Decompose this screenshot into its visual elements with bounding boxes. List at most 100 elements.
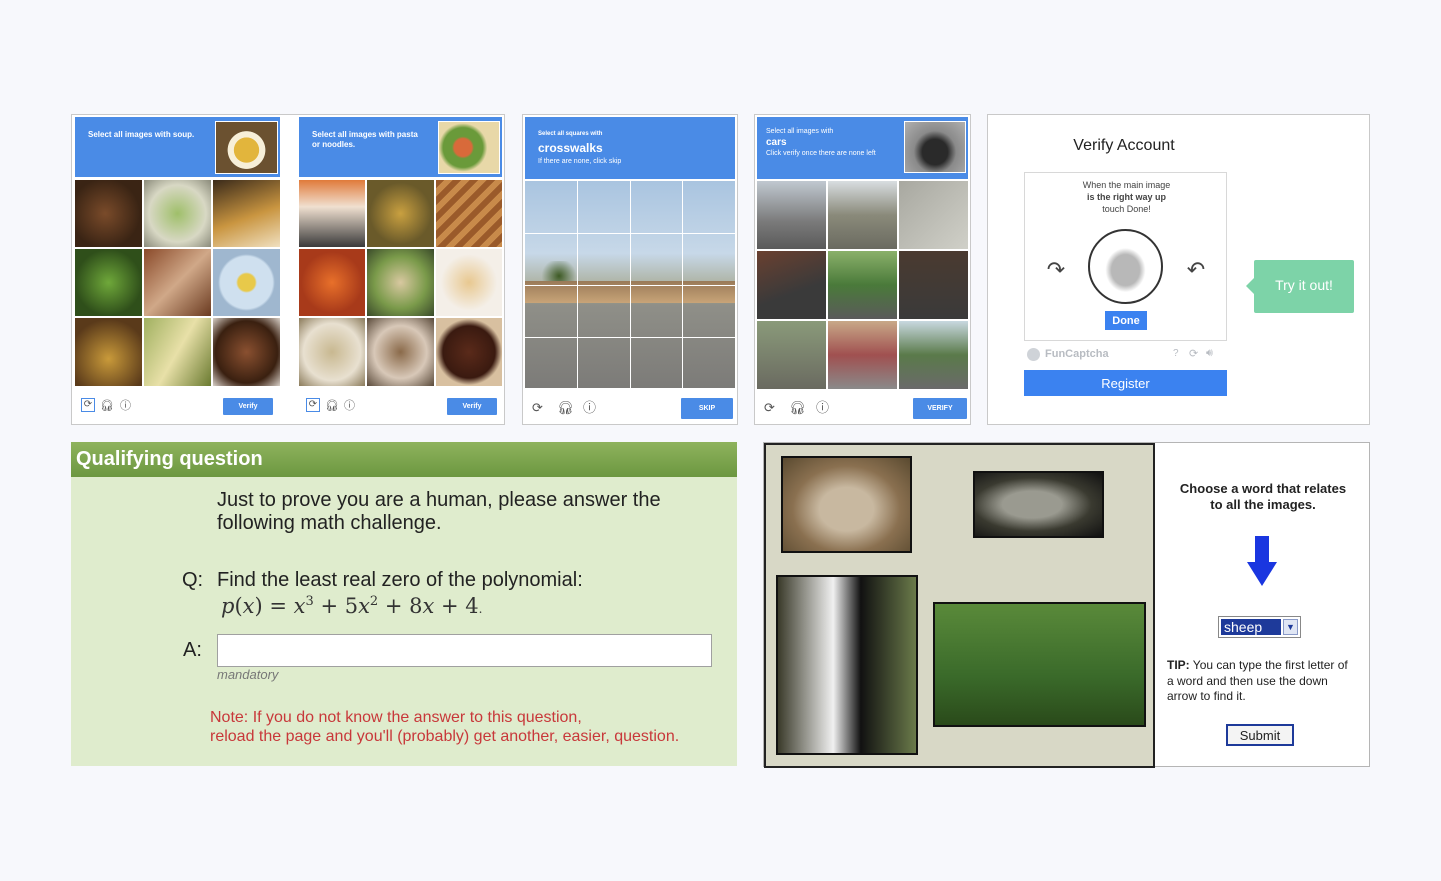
instruction-line3: touch Done! [1102,204,1151,214]
cars-target: cars [766,137,787,148]
grid-tile[interactable] [828,251,897,319]
qualifying-question-panel: Qualifying question Just to prove you ar… [71,442,737,766]
tip-line3: arrow to find it. [1167,689,1246,703]
animal-image-3 [776,575,918,755]
word-tip: TIP: You can type the first letter of a … [1167,658,1367,705]
cars-verify-button[interactable]: VERIFY [913,398,967,419]
done-button[interactable]: Done [1105,311,1147,330]
selected-word: sheep [1221,619,1281,635]
soup-sample-image [215,121,278,174]
rotating-animal-image[interactable] [1088,229,1163,304]
animal-image-4 [933,602,1146,727]
grid-tile[interactable] [213,249,280,316]
word-instruction: Choose a word that relates to all the im… [1155,481,1371,513]
grid-tile[interactable] [299,318,365,386]
qualifying-note: Note: If you do not know the answer to t… [210,708,679,746]
grid-tile[interactable] [144,249,211,316]
crosswalk-target: crosswalks [538,141,603,155]
skip-button[interactable]: SKIP [681,398,733,419]
soup-captcha-prompt: Select all images with soup. [88,130,195,139]
grid-tile[interactable] [757,251,826,319]
rotate-left-icon[interactable]: ↷ [1043,257,1069,283]
audio-icon[interactable]: 🎧︎ [100,400,114,412]
submit-button[interactable]: Submit [1226,724,1294,746]
pasta-captcha: Select all images with pasta or noodles.… [299,117,502,423]
funcaptcha-panel: Verify Account When the main image is th… [987,114,1370,425]
grid-tile[interactable] [367,249,434,316]
grid-tile[interactable] [75,318,142,386]
grid-tile[interactable] [367,180,434,247]
grid-tile[interactable] [299,180,365,247]
word-captcha-panel: Choose a word that relates to all the im… [763,442,1371,768]
grid-tile[interactable] [367,318,434,386]
pasta-image-grid [299,180,502,386]
chevron-down-icon[interactable]: ▼ [1283,619,1298,635]
pasta-verify-button[interactable]: Verify [447,398,497,415]
info-icon[interactable]: ⓘ [583,401,596,414]
audio-icon[interactable]: 🎧︎ [325,400,339,412]
grid-tile[interactable] [757,321,826,389]
audio-icon[interactable]: 🎧︎ [789,401,806,414]
crosswalk-captcha: Select all squares with crosswalks If th… [522,114,738,425]
grid-tile[interactable] [213,180,280,247]
grid-tile[interactable] [213,318,280,386]
grid-tile[interactable] [828,181,897,249]
rotate-right-icon[interactable]: ↶ [1183,257,1209,283]
intro-line1: Just to prove you are a human, please an… [217,489,661,511]
grid-line [525,233,735,234]
animal-images-area [764,443,1155,768]
grid-tile[interactable] [75,180,142,247]
polynomial-formula: p(x) = x3 + 5x2 + 8x + 4. [221,594,483,618]
grid-tile[interactable] [899,321,968,389]
instruction-line2: is the right way up [1086,192,1166,202]
grid-tile[interactable] [299,249,365,316]
grid-tile[interactable] [436,318,502,386]
info-icon[interactable]: ⓘ [120,400,131,412]
speaker-icon[interactable]: 🔊︎ [1206,347,1213,360]
cars-captcha: Select all images with cars Click verify… [754,114,971,425]
reload-icon[interactable]: ⟳ [764,401,775,414]
grid-tile[interactable] [75,249,142,316]
grid-tile[interactable] [436,249,502,316]
grid-tile[interactable] [144,318,211,386]
pasta-captcha-header: Select all images with pasta or noodles. [299,117,502,177]
grid-tile[interactable] [144,180,211,247]
grid-tile[interactable] [899,251,968,319]
soup-verify-button[interactable]: Verify [223,398,273,415]
qualifying-intro: Just to prove you are a human, please an… [217,489,661,535]
intro-line2: following math challenge. [217,512,442,534]
refresh-icon[interactable]: ⟳ [1189,347,1198,360]
soup-captcha: Select all images with soup. ⟳ 🎧︎ ⓘ Veri… [75,117,280,423]
qualifying-header-title: Qualifying question [76,448,263,470]
tip-line1: You can type the first letter of [1189,658,1348,672]
word-select[interactable]: sheep ▼ [1218,616,1301,638]
tip-bold: TIP: [1167,658,1190,672]
note-line2: reload the page and you'll (probably) ge… [210,728,680,745]
register-button[interactable]: Register [1024,370,1227,396]
cars-prefix: Select all images with [766,128,834,135]
soup-image-grid [75,180,280,386]
try-it-out-bubble[interactable]: Try it out! [1246,260,1354,313]
info-icon[interactable]: ⓘ [816,401,829,414]
grid-tile[interactable] [757,181,826,249]
soup-captcha-header: Select all images with soup. [75,117,280,177]
reload-icon[interactable]: ⟳ [532,401,543,414]
qualifying-header: Qualifying question [71,442,737,477]
grid-tile[interactable] [899,181,968,249]
reload-icon[interactable]: ⟳ [306,398,320,412]
grid-tile[interactable] [828,321,897,389]
answer-input[interactable] [217,634,712,667]
crosswalk-prefix: Select all squares with [538,131,603,137]
info-icon[interactable]: ⓘ [344,400,355,412]
audio-icon[interactable]: 🎧︎ [557,401,574,414]
pasta-captcha-prompt: Select all images with pasta or noodles. [312,130,418,149]
tip-line2: a word and then use the down [1167,673,1328,688]
animal-image-2 [973,471,1104,538]
down-arrow-icon [1247,536,1277,588]
grid-tile[interactable] [436,180,502,247]
reload-icon[interactable]: ⟳ [81,398,95,412]
funcaptcha-logo-icon [1027,348,1040,361]
funcaptcha-brand: FunCaptcha [1045,348,1109,360]
help-icon[interactable]: ? [1173,348,1179,359]
street-image-grid[interactable] [525,181,735,388]
